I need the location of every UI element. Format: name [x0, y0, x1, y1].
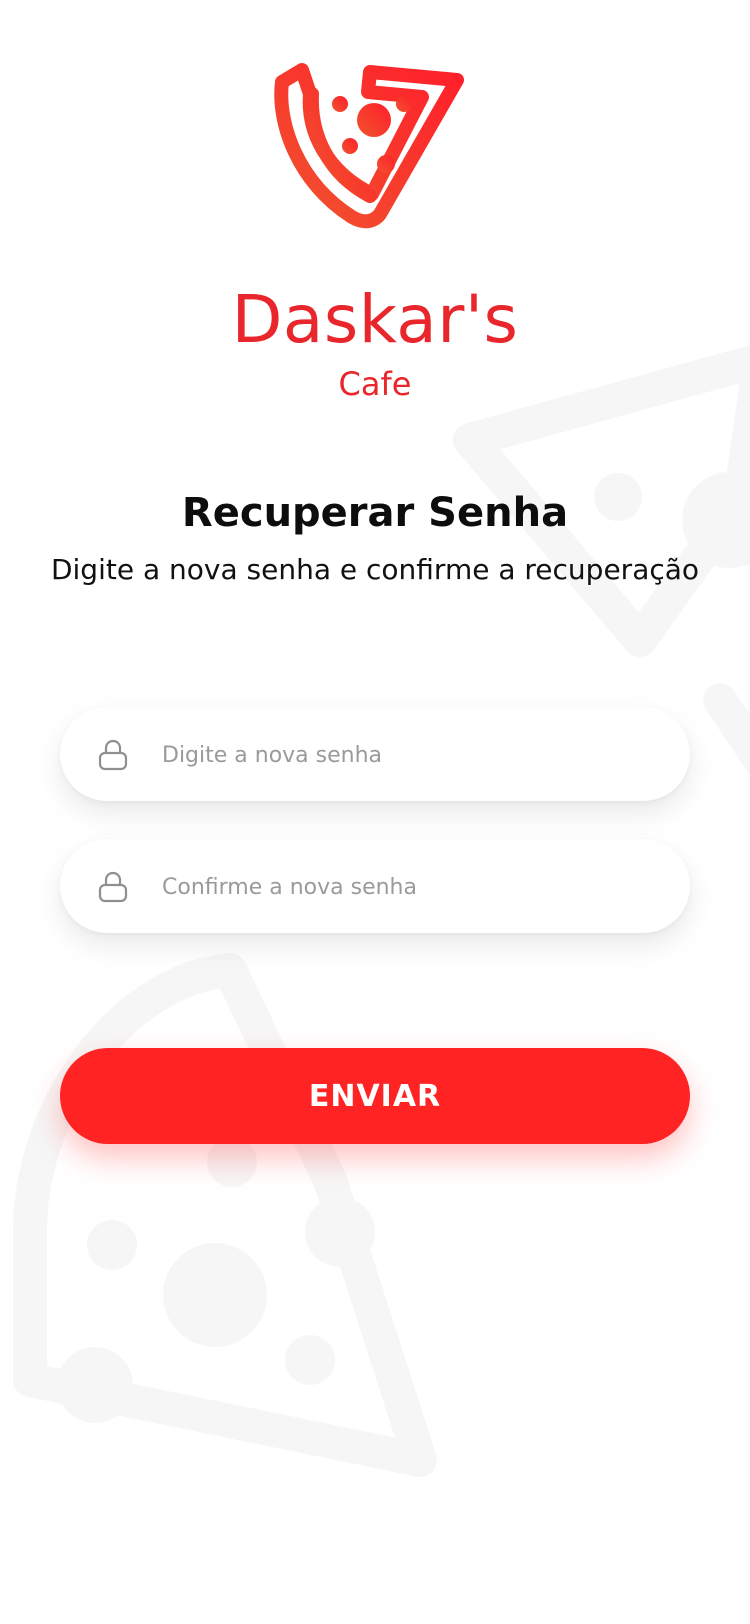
confirm-password-input[interactable] [160, 839, 664, 935]
new-password-input[interactable] [160, 707, 664, 803]
confirm-password-field[interactable] [60, 839, 690, 935]
new-password-field[interactable] [60, 707, 690, 803]
page-subtitle: Digite a nova senha e confirme a recuper… [50, 553, 700, 586]
lock-icon [98, 739, 128, 771]
page-title: Recuperar Senha [181, 490, 569, 536]
brand-name: Daskar's [231, 281, 519, 358]
lock-icon [98, 871, 128, 903]
password-recovery-screen: Daskar's Cafe Recuperar Senha Digite a n… [0, 0, 750, 1624]
brand-subtitle: Cafe [338, 365, 412, 403]
send-button[interactable]: ENVIAR [60, 1048, 690, 1144]
pizza-slice-logo-icon [274, 63, 464, 229]
